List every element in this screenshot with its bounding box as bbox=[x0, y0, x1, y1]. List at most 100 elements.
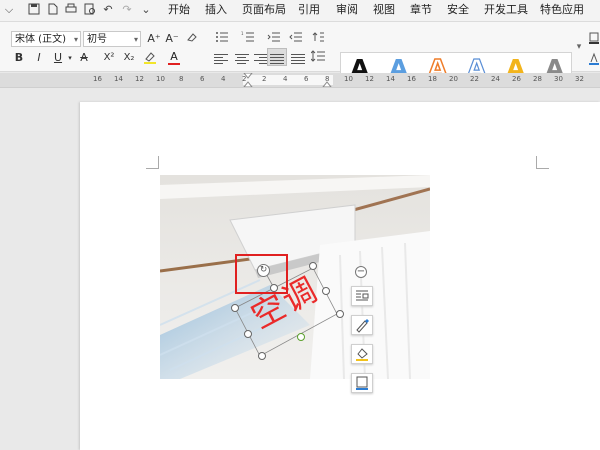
font-name-select[interactable]: 宋体 (正文) ▾ bbox=[11, 31, 81, 47]
resize-handle[interactable] bbox=[270, 284, 278, 292]
menu-home[interactable]: 开始 bbox=[168, 3, 190, 17]
outline-icon bbox=[356, 376, 368, 390]
menu-review[interactable]: 审阅 bbox=[336, 3, 358, 17]
margin-corner-mark bbox=[536, 156, 549, 169]
ruler-number: 6 bbox=[200, 75, 205, 83]
outline-button[interactable] bbox=[351, 373, 373, 393]
numbered-list-icon[interactable]: 1 bbox=[240, 31, 256, 47]
right-indent-marker-icon[interactable] bbox=[322, 73, 332, 87]
rotate-handle-icon[interactable]: ↻ bbox=[257, 264, 270, 277]
align-left-icon[interactable] bbox=[214, 52, 228, 64]
ruler-number: 4 bbox=[283, 75, 288, 83]
ruler-number: 18 bbox=[428, 75, 437, 83]
ruler-number: 2 bbox=[262, 75, 267, 83]
line-spacing-icon[interactable] bbox=[310, 50, 326, 66]
distributed-icon[interactable] bbox=[291, 52, 305, 64]
text-outline-icon[interactable] bbox=[588, 52, 600, 68]
clear-format-icon[interactable] bbox=[185, 31, 199, 47]
text-fill-icon[interactable] bbox=[588, 31, 600, 47]
justify-icon bbox=[270, 52, 284, 64]
superscript-button[interactable]: X² bbox=[101, 50, 117, 66]
menu-developer[interactable]: 开发工具 bbox=[484, 3, 528, 17]
ruler-number: 6 bbox=[304, 75, 309, 83]
ruler-number: 4 bbox=[221, 75, 226, 83]
align-right-icon[interactable] bbox=[254, 52, 268, 64]
resize-handle[interactable] bbox=[244, 330, 252, 338]
ruler-number: 12 bbox=[135, 75, 144, 83]
undo-icon[interactable]: ↶ bbox=[101, 3, 115, 17]
increase-indent-icon[interactable] bbox=[288, 31, 304, 47]
style-button[interactable] bbox=[351, 315, 373, 335]
ruler-number: 8 bbox=[179, 75, 184, 83]
ruler-number: 12 bbox=[365, 75, 374, 83]
ruler-number: 30 bbox=[554, 75, 563, 83]
align-center-icon[interactable] bbox=[235, 52, 249, 64]
strikethrough-button[interactable]: A bbox=[78, 50, 90, 66]
resize-handle[interactable] bbox=[336, 310, 344, 318]
svg-text:1: 1 bbox=[241, 31, 244, 36]
menu-insert[interactable]: 插入 bbox=[205, 3, 227, 17]
resize-handle[interactable] bbox=[231, 304, 239, 312]
menu-special-apps[interactable]: 特色应用 bbox=[540, 3, 584, 17]
font-color-label: A bbox=[170, 50, 178, 63]
text-direction-icon[interactable] bbox=[310, 31, 326, 47]
menu-references[interactable]: 引用 bbox=[298, 3, 320, 17]
ruler-number: 14 bbox=[386, 75, 395, 83]
ruler-number: 20 bbox=[449, 75, 458, 83]
ribbon-toolbar: 宋体 (正文) ▾ 初号 ▾ A⁺ A⁻ B I U ▾ A X² X₂ A 1 bbox=[0, 22, 600, 86]
menu-chapter[interactable]: 章节 bbox=[410, 3, 432, 17]
redo-icon[interactable]: ↷ bbox=[120, 3, 134, 17]
bold-button[interactable]: B bbox=[13, 50, 25, 66]
text-wrap-icon bbox=[356, 290, 369, 301]
menu-view[interactable]: 视图 bbox=[373, 3, 395, 17]
decrease-indent-icon[interactable] bbox=[266, 31, 282, 47]
resize-handle[interactable] bbox=[309, 262, 317, 270]
font-color-swatch bbox=[168, 63, 180, 65]
fill-bucket-icon bbox=[356, 348, 368, 361]
layout-options-button[interactable] bbox=[351, 286, 373, 306]
chevron-down-icon: ▾ bbox=[73, 35, 78, 44]
ruler-number: 10 bbox=[156, 75, 165, 83]
resize-handle[interactable] bbox=[258, 352, 266, 360]
font-size-value: 初号 bbox=[87, 34, 107, 45]
ruler-text-area bbox=[243, 75, 333, 85]
adjust-handle[interactable] bbox=[297, 333, 305, 341]
chevron-down-icon: ▾ bbox=[133, 35, 138, 44]
ruler-number: 32 bbox=[575, 75, 584, 83]
ruler-number: 16 bbox=[93, 75, 102, 83]
indent-marker-icon[interactable] bbox=[243, 73, 253, 87]
ruler-number: 24 bbox=[491, 75, 500, 83]
highlight-icon[interactable] bbox=[142, 50, 158, 66]
ruler-number: 16 bbox=[407, 75, 416, 83]
ruler-number: 28 bbox=[533, 75, 542, 83]
underline-button[interactable]: U bbox=[52, 50, 64, 66]
horizontal-ruler[interactable]: 16 14 12 10 8 6 4 2 2 4 6 8 10 12 14 16 … bbox=[0, 73, 600, 88]
save-icon[interactable] bbox=[27, 3, 41, 17]
menu-page-layout[interactable]: 页面布局 bbox=[242, 3, 286, 17]
menu-bar: ⌵ ↶ ↷ ⌄ 开始 插入 页面布局 引用 审阅 视图 章节 安全 开发工具 特… bbox=[0, 0, 600, 22]
resize-handle[interactable] bbox=[322, 287, 330, 295]
menu-security[interactable]: 安全 bbox=[447, 3, 469, 17]
justify-button[interactable] bbox=[267, 48, 287, 66]
italic-button[interactable]: I bbox=[33, 50, 45, 66]
ruler-number: 26 bbox=[512, 75, 521, 83]
subscript-button[interactable]: X₂ bbox=[121, 50, 137, 66]
export-pdf-icon[interactable] bbox=[45, 3, 59, 17]
bullet-list-icon[interactable] bbox=[214, 31, 230, 47]
font-color-button[interactable]: A bbox=[168, 49, 180, 65]
font-size-select[interactable]: 初号 ▾ bbox=[83, 31, 141, 47]
fill-button[interactable] bbox=[351, 344, 373, 364]
collapse-toolbar-icon[interactable]: − bbox=[355, 266, 367, 278]
ruler-number: 10 bbox=[344, 75, 353, 83]
ruler-number: 14 bbox=[114, 75, 123, 83]
chevron-down-icon[interactable]: ⌵ bbox=[2, 3, 16, 17]
print-icon[interactable] bbox=[64, 3, 78, 17]
print-preview-icon[interactable] bbox=[83, 3, 97, 17]
ruler-number: 22 bbox=[470, 75, 479, 83]
gallery-more-icon[interactable]: ▾ bbox=[574, 39, 584, 55]
chevron-down-icon[interactable]: ▾ bbox=[66, 50, 74, 66]
shrink-font-button[interactable]: A⁻ bbox=[165, 31, 179, 47]
grow-font-button[interactable]: A⁺ bbox=[147, 31, 161, 47]
brush-icon bbox=[356, 319, 369, 333]
more-chevron-icon[interactable]: ⌄ bbox=[139, 3, 153, 17]
